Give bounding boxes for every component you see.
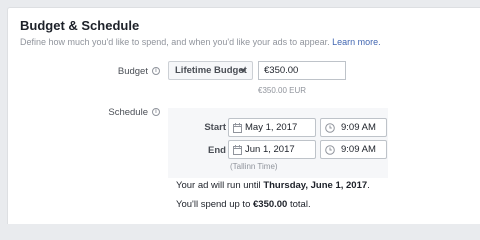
budget-type-dropdown[interactable]: Lifetime Budget xyxy=(168,61,253,80)
learn-more-link[interactable]: Learn more. xyxy=(332,37,381,47)
clock-icon xyxy=(325,145,335,155)
clock-icon xyxy=(325,123,335,133)
section-subtitle: Define how much you'd like to spend, and… xyxy=(20,37,381,47)
spend-suffix: total. xyxy=(289,199,311,210)
spend-total-text: You'll spend up to €350.00 total. xyxy=(176,199,311,210)
schedule-panel: Start May 1, 2017 9:09 AM End Jun 1, 201… xyxy=(168,108,388,178)
budget-amount-input[interactable] xyxy=(258,61,346,80)
start-date-value: May 1, 2017 xyxy=(245,122,298,133)
run-until-text: Your ad will run until Thursday, June 1,… xyxy=(176,180,370,191)
schedule-label: Schedule xyxy=(108,107,148,118)
spend-prefix: You'll spend up to xyxy=(176,199,251,210)
spend-amount: €350.00 xyxy=(253,199,288,210)
start-date-field[interactable]: May 1, 2017 xyxy=(228,118,316,137)
timezone-note: (Tallinn Time) xyxy=(230,162,278,171)
start-time-value: 9:09 AM xyxy=(341,122,376,133)
budget-type-value: Lifetime Budget xyxy=(175,65,247,76)
run-until-date: Thursday, June 1, 2017 xyxy=(263,180,368,191)
info-icon[interactable]: i xyxy=(152,108,160,116)
start-label: Start xyxy=(204,122,226,133)
section-title: Budget & Schedule xyxy=(20,18,140,33)
end-time-value: 9:09 AM xyxy=(341,144,376,155)
run-until-suffix: . xyxy=(367,180,370,191)
end-label: End xyxy=(208,145,226,156)
calendar-icon xyxy=(233,145,242,155)
run-until-prefix: Your ad will run until xyxy=(176,180,261,191)
calendar-icon xyxy=(233,123,242,133)
end-time-field[interactable]: 9:09 AM xyxy=(320,140,387,159)
start-time-field[interactable]: 9:09 AM xyxy=(320,118,387,137)
budget-label: Budget xyxy=(117,66,148,77)
end-date-field[interactable]: Jun 1, 2017 xyxy=(228,140,316,159)
end-date-value: Jun 1, 2017 xyxy=(245,144,295,155)
budget-schedule-card: Budget & Schedule Define how much you'd … xyxy=(7,7,480,224)
caret-down-icon xyxy=(240,69,246,73)
info-icon[interactable]: i xyxy=(152,67,160,75)
budget-amount-hint: €350.00 EUR xyxy=(258,86,307,95)
subtitle-text: Define how much you'd like to spend, and… xyxy=(20,37,330,47)
